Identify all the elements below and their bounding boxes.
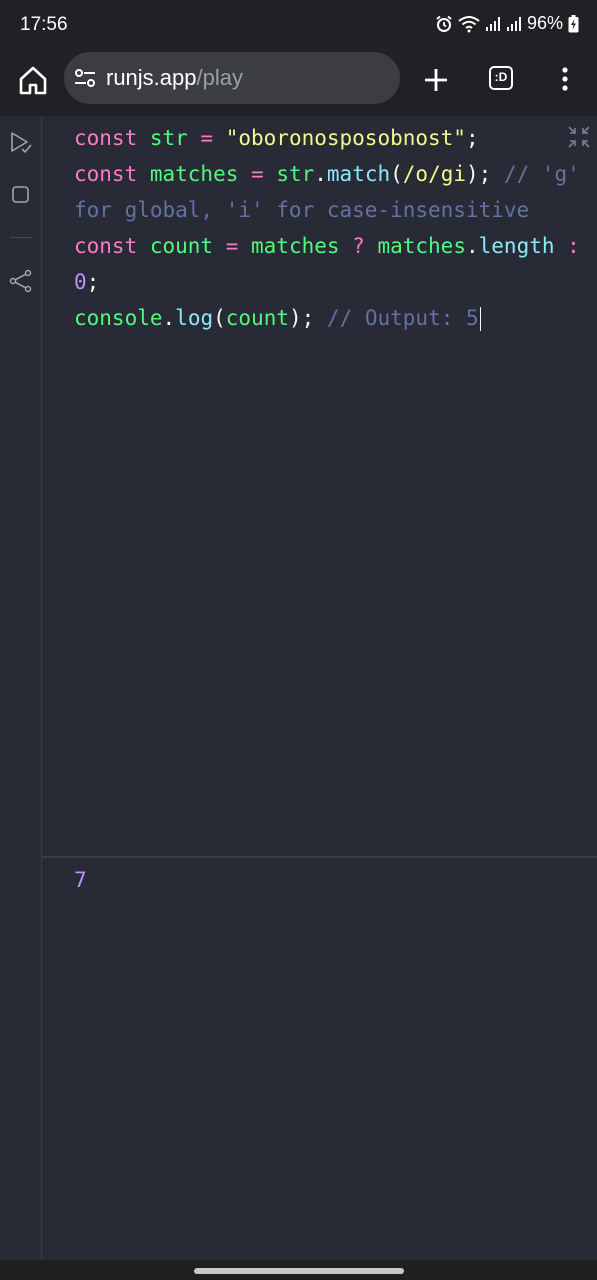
- code-token: 0: [74, 270, 87, 294]
- code-token: /o/gi: [402, 162, 466, 186]
- plus-icon[interactable]: [420, 64, 452, 96]
- alarm-icon: [436, 15, 452, 32]
- code-token: (: [213, 306, 226, 330]
- navigation-bar: [0, 1260, 597, 1280]
- code-token: // 'g': [503, 162, 580, 186]
- output-panel: 7: [42, 858, 597, 1260]
- battery-percent: 96%: [526, 13, 563, 33]
- url-text[interactable]: runjs.app/play: [106, 65, 243, 91]
- sidebar-divider: [10, 237, 32, 238]
- code-token: .: [465, 234, 479, 258]
- code-token: .: [162, 306, 176, 330]
- status-time: 17:56: [20, 14, 68, 35]
- code-token: matches: [377, 234, 466, 258]
- battery-charging-icon: [568, 14, 579, 32]
- code-token: console: [74, 306, 163, 330]
- home-icon[interactable]: [16, 64, 50, 98]
- code-token: =: [251, 162, 277, 186]
- code-token: match: [326, 162, 391, 186]
- code-token: str: [276, 162, 315, 186]
- code-token: matches: [149, 162, 252, 186]
- code-token: log: [175, 306, 214, 330]
- code-token: for global, 'i' for case-insensitive: [74, 198, 530, 222]
- text-cursor: [479, 307, 482, 331]
- code-line[interactable]: console.log(count); // Output: 5: [74, 300, 482, 336]
- signal-icon: [485, 16, 500, 31]
- wifi-icon: [458, 15, 480, 32]
- code-token: :: [567, 234, 580, 258]
- output-value: 7: [74, 868, 87, 892]
- code-token: const: [74, 162, 150, 186]
- code-token: str: [149, 126, 201, 150]
- browser-toolbar: runjs.app/play :D: [0, 52, 597, 116]
- code-token: "oboronosposobnost": [225, 126, 466, 150]
- status-bar: 17:56 96%: [0, 0, 597, 52]
- status-icons: 96%: [435, 13, 579, 34]
- code-line[interactable]: const str = "oboronosposobnost";: [74, 120, 479, 156]
- code-token: .: [314, 162, 327, 186]
- url-path: /play: [196, 65, 243, 90]
- run-check-icon[interactable]: [8, 130, 34, 156]
- code-line[interactable]: 0;: [74, 264, 99, 300]
- code-token: const: [74, 126, 150, 150]
- sidebar: [0, 116, 42, 1260]
- code-token: =: [225, 234, 252, 258]
- tab-switcher-button[interactable]: :D: [489, 66, 513, 90]
- code-token: ;: [86, 270, 100, 294]
- code-token: count: [149, 234, 226, 258]
- code-token: );: [466, 162, 504, 186]
- code-token: length: [478, 234, 568, 258]
- code-token: const: [74, 234, 150, 258]
- code-token: count: [225, 306, 289, 330]
- code-token: matches: [251, 234, 353, 258]
- site-settings-icon[interactable]: [74, 67, 96, 89]
- share-icon[interactable]: [8, 268, 34, 294]
- code-line[interactable]: const matches = str.match(/o/gi); // 'g': [74, 156, 580, 192]
- signal-icon: [506, 16, 521, 31]
- url-domain: runjs.app: [106, 65, 197, 90]
- stop-square-icon[interactable]: [8, 182, 34, 208]
- gesture-handle[interactable]: [194, 1268, 404, 1274]
- code-token: ;: [465, 126, 479, 150]
- code-editor[interactable]: const str = "oboronosposobnost"; const ma…: [42, 116, 597, 856]
- code-token: ?: [352, 234, 378, 258]
- collapse-icon[interactable]: [566, 124, 592, 150]
- more-vert-icon[interactable]: [553, 64, 577, 96]
- address-bar[interactable]: runjs.app/play: [64, 52, 400, 104]
- code-line[interactable]: for global, 'i' for case-insensitive: [74, 192, 529, 228]
- code-line[interactable]: const count = matches ? matches.length :: [74, 228, 580, 264]
- code-token: (: [390, 162, 403, 186]
- code-token: );: [288, 306, 327, 330]
- code-token: // Output: 5: [326, 306, 479, 330]
- code-token: =: [200, 126, 226, 150]
